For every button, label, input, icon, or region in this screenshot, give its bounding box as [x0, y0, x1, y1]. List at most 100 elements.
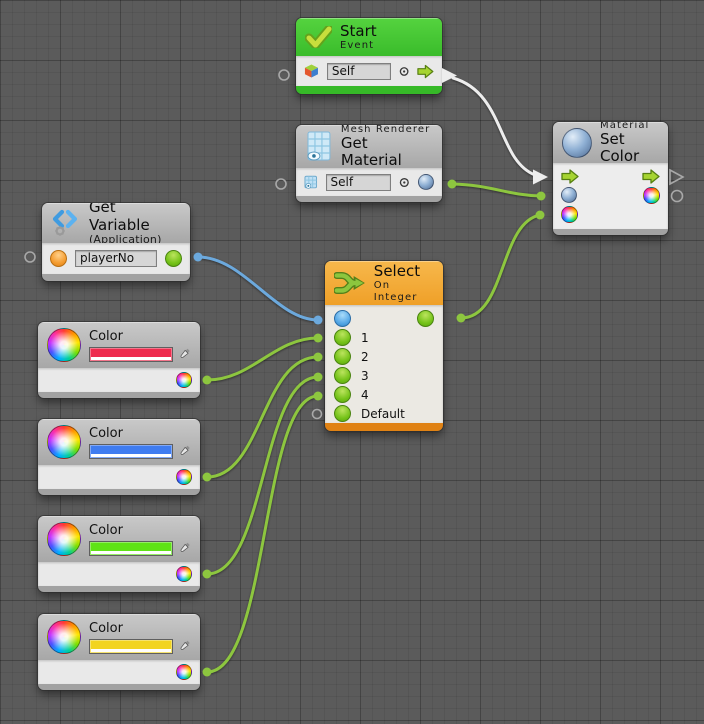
node-start-header: Start Event: [296, 18, 442, 56]
wire-getvariable-to-select[interactable]: [194, 253, 323, 325]
select-option-row: 3: [325, 366, 443, 385]
option-3-port[interactable]: [334, 367, 351, 384]
check-icon: [305, 26, 332, 48]
node-select-header: Select On Integer: [325, 261, 443, 305]
material-output-port[interactable]: [418, 174, 434, 190]
node-title: Color: [89, 426, 191, 441]
flow-output-port[interactable]: [417, 64, 434, 79]
target-icon[interactable]: [399, 177, 410, 188]
eyedropper-icon[interactable]: [177, 444, 191, 459]
node-get-variable-body: playerNo: [42, 243, 190, 274]
node-get-material-header: Mesh Renderer Get Material: [296, 125, 442, 168]
color-wheel-icon: [47, 522, 81, 556]
color-swatch[interactable]: [89, 541, 173, 556]
node-color-footer: [38, 489, 200, 495]
node-get-material-body: Self: [296, 168, 442, 196]
variable-icon: [51, 209, 81, 237]
option-label: 1: [361, 331, 369, 345]
color-wheel-icon: [47, 620, 81, 654]
node-title: Color: [89, 621, 191, 636]
self-target-input[interactable]: Self: [327, 63, 391, 80]
node-get-material-footer: [296, 196, 442, 202]
node-color-2[interactable]: Color: [38, 419, 200, 495]
node-set-color-header: Material Set Color: [553, 122, 668, 163]
select-option-row: 2: [325, 347, 443, 366]
unconnected-port-marker: [672, 191, 683, 202]
graph-canvas[interactable]: Start Event Self: [0, 0, 704, 724]
node-color-footer: [38, 586, 200, 592]
wire-color4-to-select-4[interactable]: [203, 392, 323, 677]
node-color-body: [38, 562, 200, 586]
node-color-body: [38, 660, 200, 684]
node-color-header: Color: [38, 419, 200, 465]
node-title: Set Color: [600, 131, 659, 166]
flow-input-port[interactable]: [561, 169, 579, 184]
self-target-input[interactable]: Self: [326, 174, 392, 191]
color-swatch[interactable]: [89, 639, 173, 654]
color-swatch[interactable]: [89, 347, 173, 362]
wire-getmaterial-to-setcolor-material[interactable]: [448, 180, 546, 201]
value-output-port[interactable]: [165, 250, 182, 267]
node-color-footer: [38, 392, 200, 398]
node-start-body: Self: [296, 56, 442, 86]
node-start-footer: [296, 86, 442, 94]
node-color-body: [38, 368, 200, 392]
wire-start-to-setcolor-flow[interactable]: [442, 68, 548, 185]
node-get-variable-footer: [42, 274, 190, 281]
node-start-event[interactable]: Start Event Self: [296, 18, 442, 94]
eyedropper-icon[interactable]: [177, 541, 191, 556]
color-output-port[interactable]: [176, 469, 192, 485]
select-selector-row: [325, 309, 443, 328]
unconnected-flow-marker: [670, 170, 683, 184]
node-get-material[interactable]: Mesh Renderer Get Material Self: [296, 125, 442, 202]
node-color-header: Color: [38, 322, 200, 368]
color-input-port[interactable]: [561, 206, 578, 223]
node-title: Get Material: [341, 135, 433, 170]
eyedropper-icon[interactable]: [177, 639, 191, 654]
node-select-on-integer[interactable]: Select On Integer 1 2 3 4: [325, 261, 443, 431]
unconnected-port-marker: [279, 70, 289, 80]
node-title: Start: [340, 23, 377, 40]
variable-name-input[interactable]: playerNo: [75, 250, 157, 267]
option-label: 4: [361, 388, 369, 402]
node-color-1[interactable]: Color: [38, 322, 200, 398]
color-output-port[interactable]: [176, 372, 192, 388]
color-output-port[interactable]: [643, 187, 660, 204]
node-title: Select: [374, 263, 434, 280]
select-default-row: Default: [325, 404, 443, 423]
node-title: Get Variable: [89, 203, 181, 234]
color-wheel-icon: [47, 328, 81, 362]
material-input-port[interactable]: [561, 187, 577, 203]
node-color-header: Color: [38, 516, 200, 562]
color-swatch[interactable]: [89, 444, 173, 459]
option-label: Default: [361, 407, 405, 421]
mesh-renderer-icon: [305, 131, 333, 163]
node-set-color-body: [553, 163, 668, 229]
node-set-color[interactable]: Material Set Color: [553, 122, 668, 235]
color-output-port[interactable]: [176, 664, 192, 680]
flow-output-port[interactable]: [642, 169, 660, 184]
target-icon[interactable]: [399, 66, 409, 77]
node-color-4[interactable]: Color: [38, 614, 200, 690]
node-color-footer: [38, 684, 200, 690]
color-wheel-icon: [47, 425, 81, 459]
option-4-port[interactable]: [334, 386, 351, 403]
unconnected-port-marker: [313, 410, 322, 419]
node-set-color-footer: [553, 229, 668, 235]
color-output-port[interactable]: [176, 566, 192, 582]
selection-output-port[interactable]: [417, 310, 434, 327]
select-option-row: 4: [325, 385, 443, 404]
select-option-row: 1: [325, 328, 443, 347]
option-default-port[interactable]: [334, 405, 351, 422]
option-1-port[interactable]: [334, 329, 351, 346]
wire-select-to-setcolor-color[interactable]: [457, 211, 545, 323]
node-title: Color: [89, 329, 191, 344]
node-color-3[interactable]: Color: [38, 516, 200, 592]
node-color-body: [38, 465, 200, 489]
eyedropper-icon[interactable]: [177, 347, 191, 362]
selector-input-port[interactable]: [334, 310, 351, 327]
node-color-header: Color: [38, 614, 200, 660]
node-get-variable[interactable]: Get Variable (Application) playerNo: [42, 203, 190, 281]
variable-name-port[interactable]: [50, 250, 67, 267]
option-2-port[interactable]: [334, 348, 351, 365]
